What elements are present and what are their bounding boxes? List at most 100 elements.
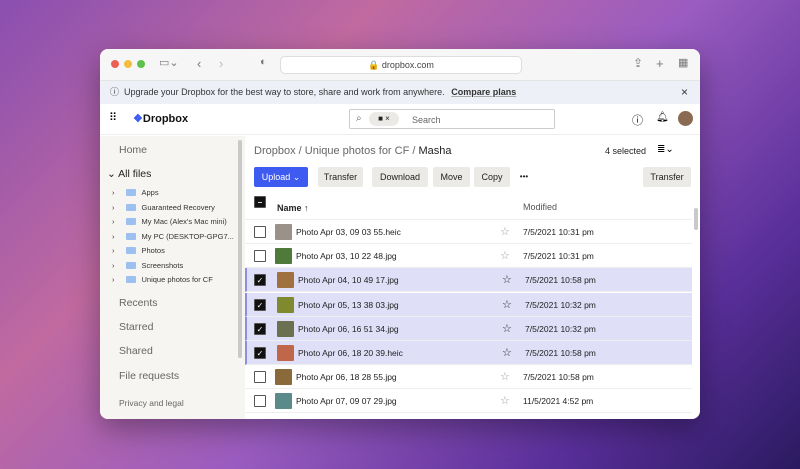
file-name[interactable]: Photo Apr 06, 16 51 34.jpg xyxy=(298,324,399,334)
upload-button[interactable]: Upload ⌄ xyxy=(254,167,308,187)
chevron-right-icon[interactable]: › xyxy=(112,203,115,212)
file-thumbnail xyxy=(277,320,294,337)
folder-icon xyxy=(125,189,136,196)
folder-filter-chip[interactable]: ■ × xyxy=(369,112,399,126)
star-icon[interactable]: ☆ xyxy=(500,394,510,407)
row-checkbox[interactable] xyxy=(254,250,266,263)
star-icon[interactable]: ☆ xyxy=(502,273,512,286)
row-checkbox[interactable]: ✓ xyxy=(254,298,266,311)
minimize-window-button[interactable] xyxy=(124,60,132,68)
folder-tree-item[interactable]: › Unique photos for CF xyxy=(100,273,240,287)
chevron-right-icon[interactable]: › xyxy=(112,232,115,241)
chevron-right-icon[interactable]: › xyxy=(112,188,115,197)
star-icon[interactable]: ☆ xyxy=(500,370,510,383)
folder-tree-item[interactable]: › Apps xyxy=(100,186,240,200)
compare-plans-link[interactable]: Compare plans xyxy=(451,87,516,97)
close-window-button[interactable] xyxy=(111,60,119,68)
dropbox-logo[interactable]: ❖Dropbox xyxy=(133,112,188,125)
file-row[interactable]: Photo Apr 07, 09 07 29.jpg ☆ 11/5/2021 4:5… xyxy=(245,389,692,414)
star-icon[interactable]: ☆ xyxy=(500,225,510,238)
modified-column-header[interactable]: Modified xyxy=(523,202,557,212)
share-icon[interactable]: ⇪ xyxy=(633,56,643,70)
transfer-right-button[interactable]: Transfer xyxy=(643,167,691,187)
chevron-right-icon[interactable]: › xyxy=(112,246,115,255)
row-checkbox[interactable]: ✓ xyxy=(254,274,266,287)
file-name[interactable]: Photo Apr 05, 13 38 03.jpg xyxy=(298,300,399,310)
tab-overview-icon[interactable]: ▦ xyxy=(678,56,688,69)
bell-icon[interactable]: 🔔︎ xyxy=(656,112,669,123)
move-button[interactable]: Move xyxy=(433,167,470,187)
avatar[interactable] xyxy=(678,111,693,126)
file-row[interactable]: ✓ Photo Apr 05, 13 38 03.jpg ☆ 7/5/2021 10:… xyxy=(245,292,692,317)
sidebar-item-starred[interactable]: Starred xyxy=(119,321,153,333)
app-header: ⠿ ❖Dropbox ⌕ ■ × Search ⓘ 🔔︎ xyxy=(100,104,700,135)
privacy-link[interactable]: Privacy and legal xyxy=(119,398,184,408)
file-row[interactable]: Photo Apr 03, 10 22 48.jpg ☆ 7/5/2021 10:3… xyxy=(245,244,692,269)
file-name[interactable]: Photo Apr 04, 10 49 17.jpg xyxy=(298,275,399,285)
more-actions-button[interactable]: ••• xyxy=(514,167,534,187)
folder-tree-item[interactable]: › My Mac (Alex's Mac mini) xyxy=(100,215,240,229)
sidebar-item-home[interactable]: Home xyxy=(119,144,147,156)
file-modified: 7/5/2021 10:31 pm xyxy=(523,251,594,262)
file-name[interactable]: Photo Apr 03, 09 03 55.heic xyxy=(296,227,401,237)
app-grid-icon[interactable]: ⠿ xyxy=(109,111,117,124)
sidebar-item-file-requests[interactable]: File requests xyxy=(119,370,179,382)
sidebar-item-recents[interactable]: Recents xyxy=(119,297,158,309)
row-checkbox[interactable] xyxy=(254,371,266,384)
forward-icon[interactable]: › xyxy=(219,56,223,71)
sidebar-toggle-icon[interactable]: ▭⌄ xyxy=(159,56,179,69)
file-row[interactable]: ✓ Photo Apr 04, 10 49 17.jpg ☆ 7/5/2021 10:… xyxy=(245,268,692,293)
file-modified: 7/5/2021 10:32 pm xyxy=(525,323,596,334)
search-input[interactable]: ⌕ ■ × Search xyxy=(349,109,555,129)
file-name[interactable]: Photo Apr 06, 18 20 39.heic xyxy=(298,348,403,358)
select-all-checkbox[interactable]: – xyxy=(254,196,266,208)
table-header: – Name ↑ Modified xyxy=(245,194,692,220)
file-thumbnail xyxy=(275,393,292,410)
download-button[interactable]: Download xyxy=(372,167,428,187)
folder-tree-item[interactable]: › Screenshots xyxy=(100,259,240,273)
chevron-right-icon[interactable]: › xyxy=(112,261,115,270)
file-row[interactable]: Photo Apr 06, 18 28 55.jpg ☆ 7/5/2021 10:5… xyxy=(245,365,692,390)
sidebar-item-shared[interactable]: Shared xyxy=(119,345,153,357)
shield-icon[interactable]: ◐ xyxy=(260,56,267,68)
file-row[interactable]: ✓ Photo Apr 06, 18 20 39.heic ☆ 7/5/2021 10… xyxy=(245,341,692,365)
help-icon[interactable]: ⓘ xyxy=(632,112,643,128)
transfer-button[interactable]: Transfer xyxy=(318,167,363,187)
chevron-right-icon[interactable]: › xyxy=(112,275,115,284)
breadcrumb-dropbox[interactable]: Dropbox xyxy=(254,145,296,157)
file-name[interactable]: Photo Apr 07, 09 07 29.jpg xyxy=(296,396,397,406)
star-icon[interactable]: ☆ xyxy=(502,322,512,335)
back-icon[interactable]: ‹ xyxy=(197,56,201,71)
folder-tree-item[interactable]: › My PC (DESKTOP-GPG7... xyxy=(100,230,240,244)
chevron-right-icon[interactable]: › xyxy=(112,217,115,226)
close-icon[interactable]: × xyxy=(681,81,688,104)
file-row[interactable]: ✓ Photo Apr 06, 16 51 34.jpg ☆ 7/5/2021 10:… xyxy=(245,316,692,341)
star-icon[interactable]: ☆ xyxy=(500,249,510,262)
new-tab-icon[interactable]: + xyxy=(656,56,664,71)
file-name[interactable]: Photo Apr 03, 10 22 48.jpg xyxy=(296,251,397,261)
folder-tree-item[interactable]: › Guaranteed Recovery xyxy=(100,201,240,215)
sidebar-scrollbar[interactable] xyxy=(238,140,242,358)
row-checkbox[interactable] xyxy=(254,395,266,408)
view-options-icon[interactable]: ≣⌄ xyxy=(657,144,674,155)
name-column-header[interactable]: Name ↑ xyxy=(277,203,309,213)
maximize-window-button[interactable] xyxy=(137,60,145,68)
sidebar-item-all-files[interactable]: ⌄ All files xyxy=(107,168,151,180)
breadcrumb-folder[interactable]: Unique photos for CF xyxy=(305,145,410,157)
file-modified: 7/5/2021 10:58 pm xyxy=(525,275,596,286)
browser-window: ▭⌄ ‹ › ◐ 🔒 dropbox.com ⇪ + ▦ ⓘ Upgrade y… xyxy=(100,49,700,419)
file-modified: 7/5/2021 10:32 pm xyxy=(525,299,596,310)
row-checkbox[interactable]: ✓ xyxy=(254,322,266,335)
file-row[interactable]: Photo Apr 03, 09 03 55.heic ☆ 7/5/2021 10:… xyxy=(245,220,692,244)
row-checkbox[interactable] xyxy=(254,226,266,238)
upgrade-banner: ⓘ Upgrade your Dropbox for the best way … xyxy=(100,81,700,104)
star-icon[interactable]: ☆ xyxy=(502,298,512,311)
copy-button[interactable]: Copy xyxy=(474,167,510,187)
file-name[interactable]: Photo Apr 06, 18 28 55.jpg xyxy=(296,372,397,382)
folder-tree-item[interactable]: › Photos xyxy=(100,244,240,258)
main-scrollbar[interactable] xyxy=(694,208,698,230)
address-bar[interactable]: 🔒 dropbox.com xyxy=(280,56,522,74)
row-checkbox[interactable]: ✓ xyxy=(254,347,266,359)
star-icon[interactable]: ☆ xyxy=(502,346,512,359)
file-browser: Dropbox / Unique photos for CF / Masha 4… xyxy=(245,136,700,419)
